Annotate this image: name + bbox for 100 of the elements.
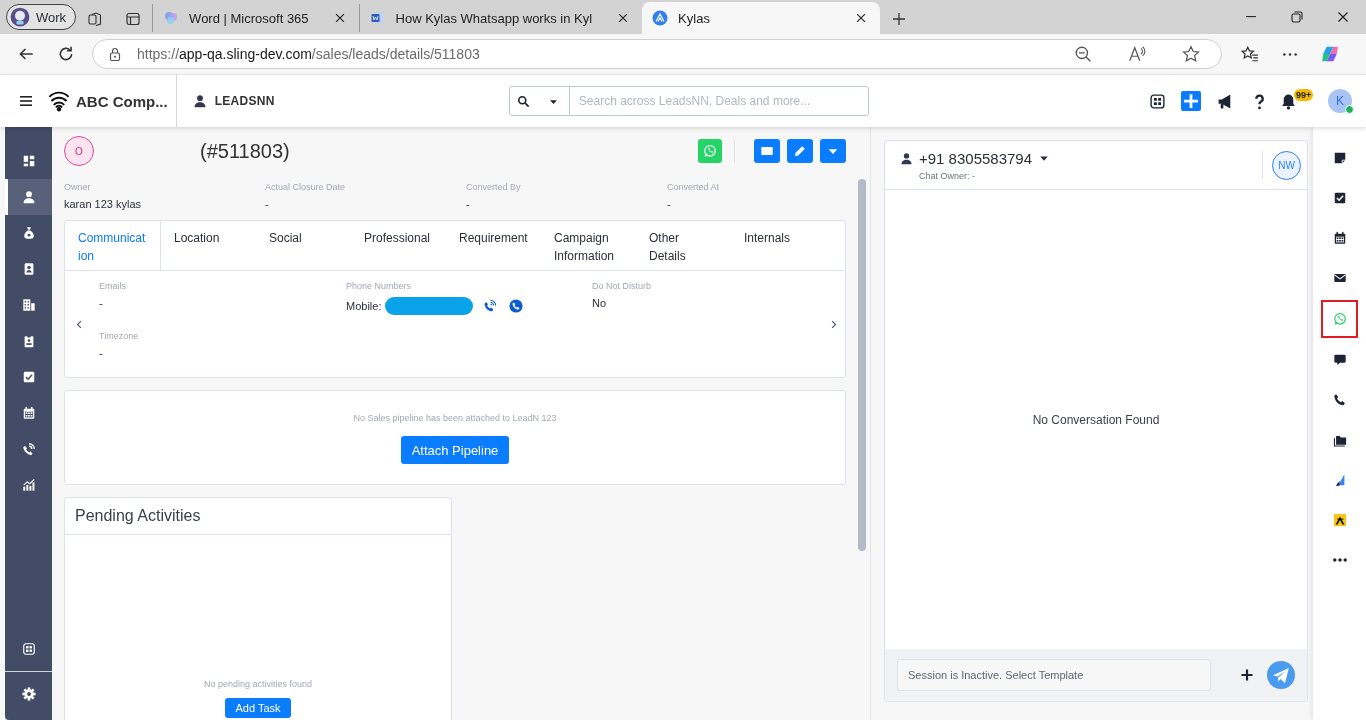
chat-owner: Chat Owner: - [919,170,977,181]
attach-pipeline-button[interactable]: Attach Pipeline [400,436,510,464]
apps-grid-icon [1148,92,1166,110]
module-name: LEADSNN [214,94,275,108]
nav-item[interactable] [5,179,52,215]
envelope-icon [760,144,774,158]
send-button[interactable] [1267,661,1295,689]
scrollbar[interactable] [858,179,866,551]
zoom-out-icon [1074,45,1092,63]
sidebar-window-icon [125,11,142,27]
user-icon [21,190,36,204]
reload-icon [57,45,75,63]
copilot-icon [1321,45,1339,63]
field-value: - [99,347,104,359]
add-task-button[interactable]: Add Task [225,698,291,718]
field-value: - [667,198,672,210]
star-icon [1182,45,1200,63]
details-tab[interactable]: Location [161,221,256,270]
plus-icon [1239,667,1255,683]
field-label: Converted At [667,182,721,192]
details-tab[interactable]: Social [256,221,351,270]
edit-button[interactable] [787,139,813,163]
note-icon [1332,151,1347,165]
notification-count: 99+ [1294,89,1314,101]
profile-button[interactable]: Work [6,4,77,30]
avatar-icon [10,7,30,27]
online-dot [1345,105,1354,114]
stack-icon [87,11,104,27]
lead-avatar: O [64,136,94,166]
phone-icon [1332,393,1347,407]
details-tab[interactable]: Professional [351,221,446,270]
empty-message: No Conversation Found [1032,412,1160,427]
whatsapp-icon [703,144,717,158]
empty-message: No Sales pipeline has been attached to LeadN 123 [353,413,557,423]
card-title: Pending Activities [65,498,451,535]
lock-icon [107,46,123,62]
dashboard-icon [21,154,36,168]
field-label: Owner [64,182,92,192]
field-value: No [592,297,608,309]
field-value: karan 123 kylas [64,198,143,210]
whatsapp-icon [1332,312,1347,326]
user-icon [192,94,207,108]
search-icon [517,94,531,108]
browser-tab[interactable]: Kylas [642,2,881,34]
email-button[interactable] [754,139,780,163]
field-label: Phone Numbers [346,281,413,291]
phone-signal-icon [21,442,36,456]
building-icon [21,298,36,312]
details-tab[interactable]: Internals [731,221,826,270]
field-value: - [265,198,270,210]
more-actions-button[interactable] [820,139,846,163]
details-tab[interactable]: Requirement [446,221,541,270]
tab-title: Word | Microsoft 365 [189,10,310,26]
field-label: Timezone [99,331,140,341]
field-label: Emails [99,281,127,291]
field-label: Actual Closure Date [265,182,347,192]
calendar-icon [1332,231,1347,245]
user-icon [900,151,913,165]
field-value: - [99,297,104,309]
record-id: (#511803) [200,139,290,163]
chat-bubble-icon [1332,353,1347,367]
details-tab[interactable]: Campaign Information [541,221,636,270]
details-tab[interactable]: Other Details [636,221,731,270]
contact-phone: +91 8305583794 [919,149,1033,167]
phone-ringing-icon [483,299,498,313]
address-field[interactable]: https://app-qa.sling-dev.com/sales/leads/details/511803 [92,39,1222,69]
read-aloud-icon [1128,45,1146,63]
field-value: - [466,198,471,210]
restore-icon [1289,9,1305,25]
field-label: Converted By [466,182,522,192]
cloud-icon [163,10,180,26]
money-bag-icon [21,226,36,240]
logo-icon [1332,513,1347,527]
browser-tab[interactable]: Word | Microsoft 365 [152,4,359,32]
search-field[interactable]: Search across LeadsNN, Deals and more... [508,86,869,116]
chat-avatar: NW [1272,150,1301,180]
send-icon [1267,661,1295,689]
url-text: https://app-qa.sling-dev.com/sales/leads/details/511803 [137,46,480,62]
phone-icon [509,299,524,313]
details-tab[interactable]: Communication [65,221,161,270]
field-label: Do Not Disturb [592,281,653,291]
apps-grid-icon [21,642,36,656]
message-field[interactable]: Session is Inactive. Select Template [897,659,1211,691]
notifications-button[interactable]: 99+ [1276,86,1318,116]
calendar-icon [21,406,36,420]
minimize-icon [1246,16,1256,18]
plus-icon [891,11,908,27]
field-label: Mobile: [346,300,382,312]
chart-icon [21,478,36,492]
pencil-icon [793,144,807,158]
company-name: ABC Comp... [76,92,168,110]
tab-title: How Kylas Whatsapp works in Kyl [395,10,594,26]
bell-icon [1280,92,1297,110]
favorites-icon [1241,45,1259,63]
document-icon [369,10,386,26]
envelope-icon [1332,271,1347,285]
plus-icon [1181,91,1201,111]
checkbox-icon [1332,191,1347,205]
empty-message: No pending activities found [203,679,313,689]
search-input[interactable]: Search across LeadsNN, Deals and more... [569,87,868,115]
